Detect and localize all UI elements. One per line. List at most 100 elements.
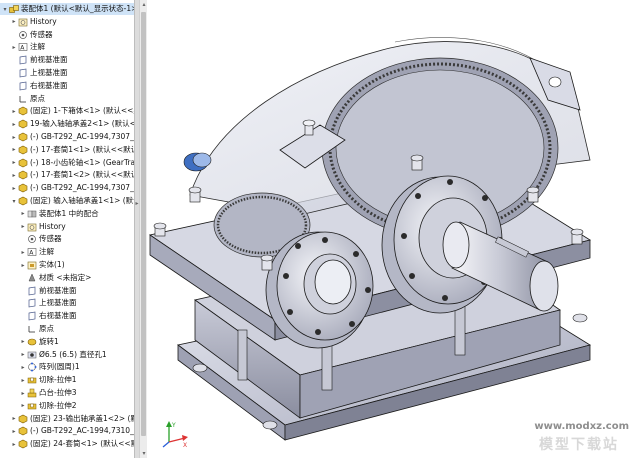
expand-arrow-icon[interactable]: ▸ [19, 221, 27, 233]
tree-item-label: 装配体1 (默认<默认_显示状态-1>) [21, 4, 134, 13]
tree-item[interactable]: 传感器 [0, 233, 134, 245]
tree-item[interactable]: 上视基准面 [0, 67, 134, 79]
scroll-thumb[interactable] [141, 12, 146, 436]
plane-icon [27, 311, 37, 321]
expand-arrow-icon[interactable]: ▸ [10, 41, 18, 53]
tree-item[interactable]: ▸ History [0, 16, 134, 28]
tree-item-label: 切除-拉伸1 [39, 375, 77, 385]
tree-item[interactable]: ▸ 阵列(圆周)1 [0, 361, 134, 373]
tree-item[interactable]: 上视基准面 [0, 297, 134, 309]
expand-arrow-icon[interactable]: ▸ [19, 400, 27, 412]
tree-item[interactable]: ▸ (-) 18-小齿轮轴<1> (GearTrax< [0, 157, 134, 169]
plane-icon [18, 55, 28, 65]
expand-arrow-icon[interactable]: ▸ [10, 182, 18, 194]
reference-triad: Y X [162, 421, 188, 448]
cut-extrude-icon [27, 375, 37, 385]
expand-arrow-icon[interactable]: ▸ [10, 425, 18, 437]
collapse-arrow-icon[interactable]: ▾ [10, 195, 18, 207]
tree-item-label: 上视基准面 [39, 298, 77, 308]
tree-scrollbar[interactable]: ▴ ▾ [139, 0, 147, 458]
assembly-icon [9, 4, 19, 14]
origin-icon [27, 324, 37, 334]
tree-item[interactable]: ▸ 凸台-拉伸3 [0, 387, 134, 399]
tree-item[interactable]: ▸ 实体(1) [0, 259, 134, 271]
tree-item[interactable]: 前视基准面 [0, 285, 134, 297]
solid-bodies-icon [27, 260, 37, 270]
tree-item[interactable]: ▸ (固定) 23-输出轴承盖1<2> (默认 [0, 413, 134, 425]
collapse-arrow-icon[interactable]: ▾ [1, 3, 9, 15]
expand-arrow-icon[interactable]: ▸ [10, 105, 18, 117]
expand-arrow-icon[interactable]: ▸ [10, 16, 18, 28]
tree-item[interactable]: ▸ (-) 17-套筒1<2> (默认<<默认> [0, 169, 134, 181]
tree-item[interactable]: ▸ 装配体1 中的配合 [0, 208, 134, 220]
feature-manager-tree[interactable]: ▾ 装配体1 (默认<默认_显示状态-1>) ▸ History 传感器 ▸ A 注解 前视基准… [0, 0, 134, 458]
plane-icon [18, 68, 28, 78]
tree-item-label: Ø6.5 (6.5) 直径孔1 [39, 349, 107, 359]
tree-item[interactable]: 右视基准面 [0, 310, 134, 322]
pattern-icon [27, 362, 37, 372]
mates-icon [27, 209, 37, 219]
tree-item-label: 右视基准面 [30, 80, 68, 90]
tree-item[interactable]: 右视基准面 [0, 80, 134, 92]
tree-item[interactable]: ▸ (-) GB-T292_AC-1994,7310_AC [0, 425, 134, 437]
part-icon [18, 145, 28, 155]
tree-item[interactable]: ▸ (-) 17-套筒1<1> (默认<<默认 [0, 144, 134, 156]
tree-item[interactable]: ▸ 旋转1 [0, 336, 134, 348]
triad-x-label: X [183, 442, 187, 448]
expand-arrow-icon[interactable]: ▸ [19, 336, 27, 348]
expand-arrow-icon[interactable]: ▸ [19, 387, 27, 399]
part-icon [18, 158, 28, 168]
expand-arrow-icon[interactable]: ▸ [19, 361, 27, 373]
tree-item-label: (固定) 1-下箱体<1> (默认<<默认 [30, 106, 134, 116]
expand-arrow-icon[interactable]: ▸ [10, 169, 18, 181]
graphics-area[interactable]: Y X www.modxz.com 模型下载站 [147, 0, 641, 458]
tree-item[interactable]: ▸ History [0, 221, 134, 233]
tree-item[interactable]: ▸ A 注解 [0, 246, 134, 258]
expand-arrow-icon[interactable]: ▸ [10, 131, 18, 143]
tree-item[interactable]: ▾ (固定) 输入轴轴承盖1<1> (默认 [0, 195, 134, 207]
tree-item[interactable]: ▸ (-) GB-T292_AC-1994,7307_AC [0, 182, 134, 194]
tree-item[interactable]: ▸ 19-输入轴轴承盖2<1> (默认<< [0, 118, 134, 130]
tree-item-label: 实体(1) [39, 260, 65, 269]
gearbox-3d-model[interactable] [147, 0, 641, 458]
expand-arrow-icon[interactable]: ▸ [19, 208, 27, 220]
cut-extrude-icon [27, 401, 37, 411]
tree-item[interactable]: ▸ (固定) 1-下箱体<1> (默认<<默认 [0, 105, 134, 117]
tree-item[interactable]: ▸ Ø6.5 (6.5) 直径孔1 [0, 349, 134, 361]
tree-item[interactable]: 前视基准面 [0, 54, 134, 66]
expand-arrow-icon[interactable]: ▸ [10, 157, 18, 169]
tree-item-label: 原点 [30, 93, 45, 103]
tree-item-label: 注解 [39, 247, 54, 257]
expand-arrow-icon[interactable]: ▸ [10, 438, 18, 450]
origin-icon [18, 94, 28, 104]
tree-item[interactable]: 材质 <未指定> [0, 272, 134, 284]
tree-item[interactable]: 传感器 [0, 29, 134, 41]
tree-item-label: (-) 17-套筒1<2> (默认<<默认> [30, 170, 134, 180]
tree-item-label: 原点 [39, 324, 54, 333]
expand-arrow-icon[interactable]: ▸ [19, 259, 27, 271]
expand-arrow-icon[interactable]: ▸ [10, 413, 18, 425]
tree-item[interactable]: 原点 [0, 323, 134, 335]
watermark: www.modxz.com [534, 421, 629, 432]
revolve-icon [27, 337, 37, 347]
expand-arrow-icon[interactable]: ▸ [10, 118, 18, 130]
tree-item[interactable]: 原点 [0, 93, 134, 105]
tree-item-label: 前视基准面 [30, 55, 68, 65]
expand-arrow-icon[interactable]: ▸ [10, 144, 18, 156]
hole-icon [27, 350, 37, 360]
tree-item[interactable]: ▸ 切除-拉伸2 [0, 400, 134, 412]
expand-arrow-icon[interactable]: ▸ [19, 246, 27, 258]
tree-item[interactable]: ▾ 装配体1 (默认<默认_显示状态-1>) [0, 3, 134, 15]
expand-arrow-icon[interactable]: ▸ [19, 349, 27, 361]
tree-item[interactable]: ▸ (-) GB-T292_AC-1994,7307_AC [0, 131, 134, 143]
tree-item-label: (-) GB-T292_AC-1994,7307_AC [30, 132, 134, 141]
triad-y-label: Y [171, 422, 176, 429]
tree-item[interactable]: ▸ (固定) 24-套筒<1> (默认<<默认 [0, 438, 134, 450]
tree-item[interactable]: ▸ 切除-拉伸1 [0, 374, 134, 386]
expand-arrow-icon[interactable]: ▸ [19, 374, 27, 386]
tree-item[interactable]: ▸ A 注解 [0, 41, 134, 53]
